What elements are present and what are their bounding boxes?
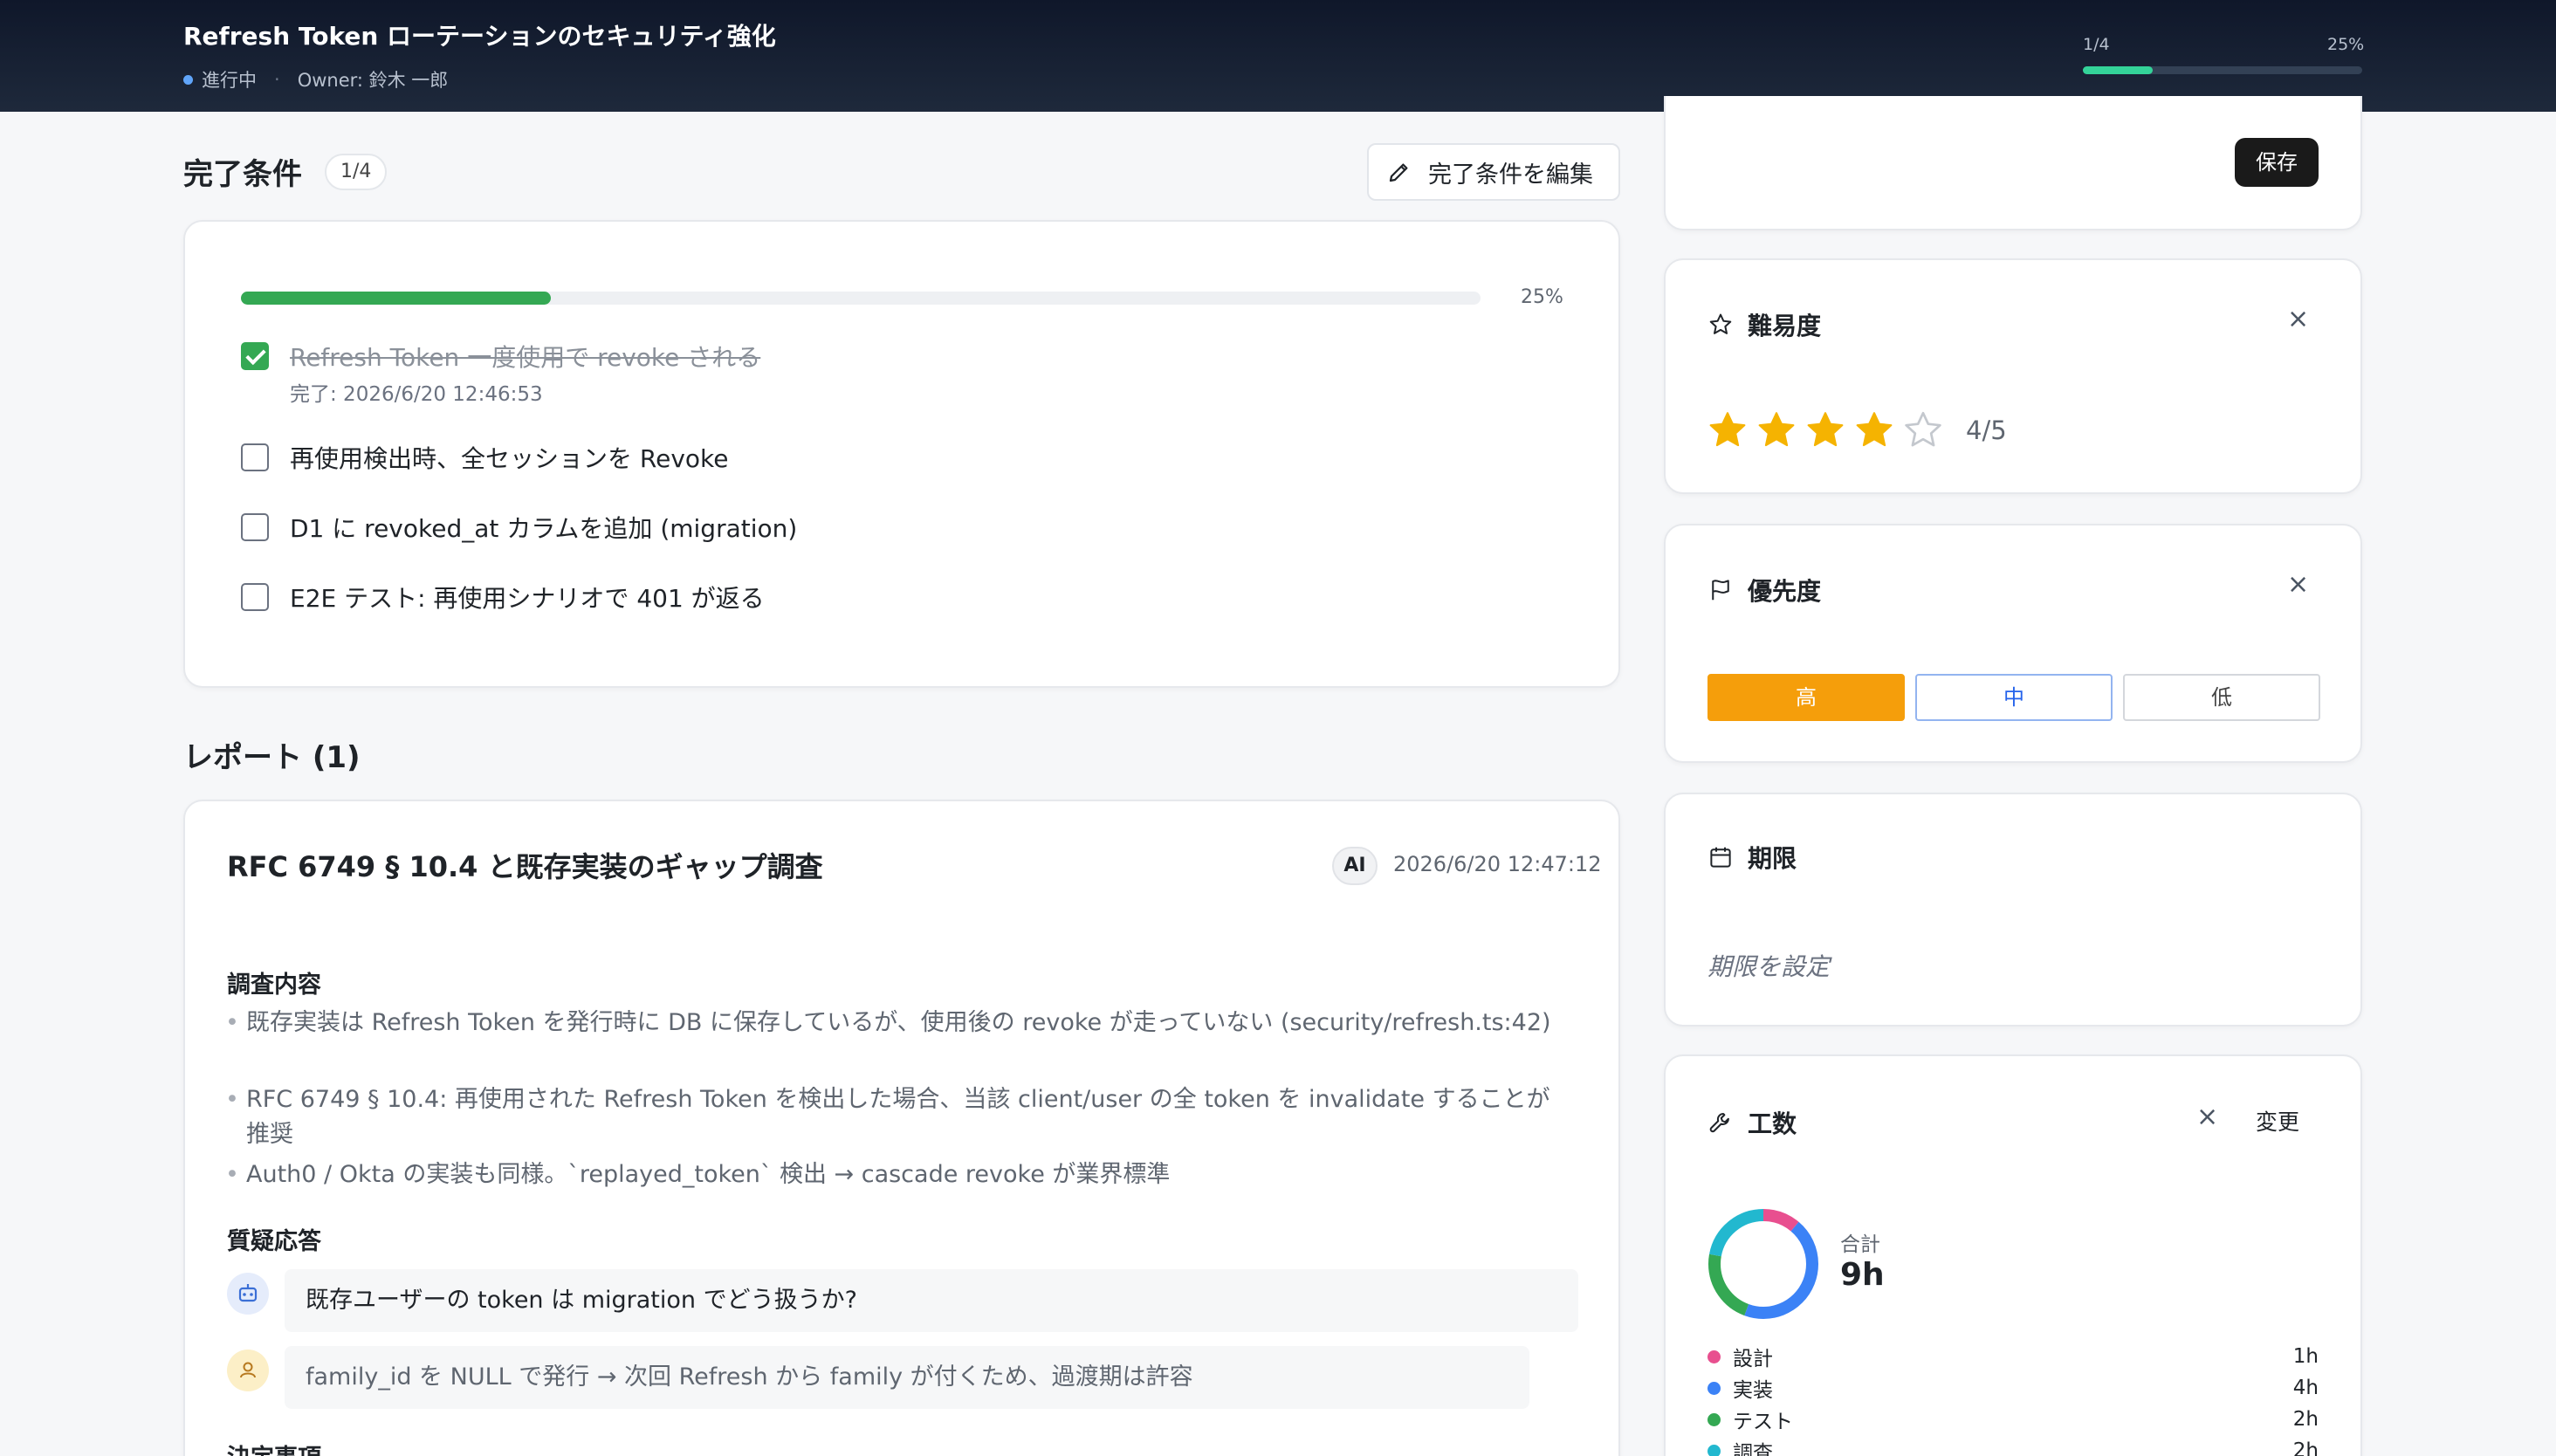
calendar-icon bbox=[1710, 847, 1731, 868]
investigation-bullet-3-text: Auth0 / Okta の実装も同様。`replayed_token` 検出 … bbox=[246, 1161, 1171, 1188]
dod-progress-fill bbox=[241, 292, 551, 305]
dod-checkbox-4[interactable] bbox=[241, 583, 269, 611]
user-icon bbox=[227, 1350, 269, 1391]
effort-total-label: 合計 bbox=[1840, 1233, 1880, 1256]
priority-title: 優先度 bbox=[1707, 573, 1821, 608]
investigation-bullet-1-text: 既存実装は Refresh Token を発行時に DB に保存しているが、使用… bbox=[246, 1009, 1551, 1036]
status-dot-icon bbox=[183, 74, 193, 85]
edit-dod-button[interactable]: 完了条件を編集 bbox=[1367, 143, 1620, 201]
legend-value: 1h bbox=[2292, 1345, 2319, 1368]
dod-count-badge: 1/4 bbox=[325, 154, 388, 190]
dod-item-1-text: Refresh Token 一度使用で revoke される bbox=[290, 343, 761, 372]
effort-close-icon[interactable]: × bbox=[2196, 1102, 2218, 1132]
reports-section-title: レポート (1) bbox=[183, 740, 361, 775]
task-title: Refresh Token ローテーションのセキュリティ強化 bbox=[183, 22, 776, 51]
investigation-bullet-2: • RFC 6749 § 10.4: 再使用された Refresh Token … bbox=[225, 1082, 1552, 1152]
investigation-bullet-3: • Auth0 / Okta の実装も同様。`replayed_token` 検… bbox=[225, 1157, 1552, 1192]
legend-label: 設計 bbox=[1733, 1348, 1773, 1370]
investigation-heading: 調査内容 bbox=[227, 972, 321, 999]
priority-close-icon[interactable]: × bbox=[2287, 569, 2309, 600]
legend-value: 2h bbox=[2292, 1439, 2319, 1456]
investigation-bullet-2-text: RFC 6749 § 10.4: 再使用された Refresh Token を検… bbox=[246, 1086, 1550, 1148]
header-progress-percent: 25% bbox=[2327, 35, 2365, 54]
wrench-icon bbox=[1709, 1113, 1729, 1133]
difficulty-title-label: 難易度 bbox=[1748, 312, 1822, 340]
deadline-card bbox=[1664, 793, 2362, 1027]
decisions-heading: 決定事項 bbox=[227, 1439, 321, 1456]
difficulty-rating-label: 4/5 bbox=[1966, 416, 2007, 445]
effort-legend-row: テスト 2h bbox=[1707, 1404, 2319, 1435]
dod-checkbox-3[interactable] bbox=[241, 513, 269, 541]
qa-answer: family_id を NULL で発行 → 次回 Refresh から fam… bbox=[285, 1346, 1529, 1409]
bullet-dot: • bbox=[225, 1009, 239, 1036]
qa-question: 既存ユーザーの token は migration でどう扱うか? bbox=[285, 1269, 1578, 1332]
dod-section-title: 完了条件 bbox=[183, 157, 302, 192]
priority-low-button[interactable]: 低 bbox=[2123, 674, 2320, 721]
dod-item-2-text: 再使用検出時、全セッションを Revoke bbox=[290, 444, 729, 473]
effort-change-button[interactable]: 変更 bbox=[2256, 1105, 2299, 1137]
pencil-icon bbox=[1389, 163, 1408, 182]
dod-item-3-text: D1 に revoked_at カラムを追加 (migration) bbox=[290, 514, 798, 543]
dod-progress-percent: 25% bbox=[1521, 286, 1563, 308]
effort-total-value: 9h bbox=[1840, 1257, 1885, 1293]
ai-badge: AI bbox=[1332, 847, 1378, 885]
dod-item-4-text: E2E テスト: 再使用シナリオで 401 が返る bbox=[290, 584, 765, 613]
report-date: 2026/6/20 12:47:12 bbox=[1393, 852, 1602, 876]
priority-high-button[interactable]: 高 bbox=[1707, 674, 1905, 721]
legend-dot-design bbox=[1707, 1350, 1721, 1363]
legend-value: 2h bbox=[2292, 1408, 2319, 1431]
owner-label: Owner: 鈴木 一郎 bbox=[297, 70, 449, 91]
investigation-bullet-1: • 既存実装は Refresh Token を発行時に DB に保存しているが、… bbox=[225, 1006, 1552, 1040]
legend-value: 4h bbox=[2292, 1377, 2319, 1399]
deadline-input[interactable]: 期限を設定 bbox=[1707, 948, 1830, 983]
star-filled-icon[interactable] bbox=[1804, 409, 1847, 452]
header-progress-bar bbox=[2083, 66, 2362, 74]
status-label: 進行中 bbox=[202, 70, 257, 91]
effort-legend-row: 調査 2h bbox=[1707, 1435, 2319, 1456]
star-filled-icon[interactable] bbox=[1706, 409, 1749, 452]
flag-icon bbox=[1712, 580, 1729, 601]
report-title: RFC 6749 § 10.4 と既存実装のギャップ調査 bbox=[227, 850, 823, 883]
legend-dot-implementation bbox=[1707, 1381, 1721, 1395]
star-filled-icon[interactable] bbox=[1755, 409, 1798, 452]
dod-item-1-completed-at: 完了: 2026/6/20 12:46:53 bbox=[290, 383, 543, 406]
star-filled-icon[interactable] bbox=[1852, 409, 1896, 452]
deadline-title-label: 期限 bbox=[1748, 844, 1797, 873]
bullet-dot: • bbox=[225, 1086, 239, 1113]
effort-legend-row: 設計 1h bbox=[1707, 1341, 2319, 1372]
meta-separator: · bbox=[274, 69, 280, 90]
effort-donut-chart bbox=[1708, 1209, 1818, 1319]
priority-mid-button[interactable]: 中 bbox=[1915, 674, 2113, 721]
star-outline-icon bbox=[1709, 313, 1732, 334]
edit-dod-label: 完了条件を編集 bbox=[1428, 161, 1593, 189]
difficulty-card bbox=[1664, 258, 2362, 494]
priority-card bbox=[1664, 524, 2362, 763]
legend-label: テスト bbox=[1733, 1411, 1793, 1433]
deadline-title: 期限 bbox=[1707, 840, 1797, 875]
header-progress-count: 1/4 bbox=[2083, 35, 2110, 54]
difficulty-title: 難易度 bbox=[1707, 307, 1821, 342]
qa-heading: 質疑応答 bbox=[227, 1228, 321, 1255]
robot-icon bbox=[227, 1273, 269, 1315]
dod-progress-bar bbox=[241, 292, 1481, 305]
effort-title: 工数 bbox=[1707, 1105, 1797, 1140]
difficulty-close-icon[interactable]: × bbox=[2287, 304, 2309, 334]
legend-dot-test bbox=[1707, 1412, 1721, 1426]
effort-legend-row: 実装 4h bbox=[1707, 1372, 2319, 1404]
legend-dot-research bbox=[1707, 1444, 1721, 1456]
bullet-dot: • bbox=[225, 1161, 239, 1188]
legend-label: 調査 bbox=[1733, 1442, 1773, 1456]
task-header: Refresh Token ローテーションのセキュリティ強化 進行中 · Own… bbox=[0, 0, 2556, 112]
save-button[interactable]: 保存 bbox=[2235, 138, 2319, 187]
header-progress-fill bbox=[2083, 66, 2153, 74]
task-meta: 進行中 · Owner: 鈴木 一郎 bbox=[183, 66, 448, 93]
legend-label: 実装 bbox=[1733, 1379, 1773, 1402]
priority-title-label: 優先度 bbox=[1748, 577, 1822, 606]
dod-checkbox-2[interactable] bbox=[241, 443, 269, 471]
dod-checkbox-1[interactable] bbox=[241, 342, 269, 370]
star-empty-icon[interactable] bbox=[1901, 409, 1945, 452]
effort-title-label: 工数 bbox=[1748, 1109, 1797, 1138]
